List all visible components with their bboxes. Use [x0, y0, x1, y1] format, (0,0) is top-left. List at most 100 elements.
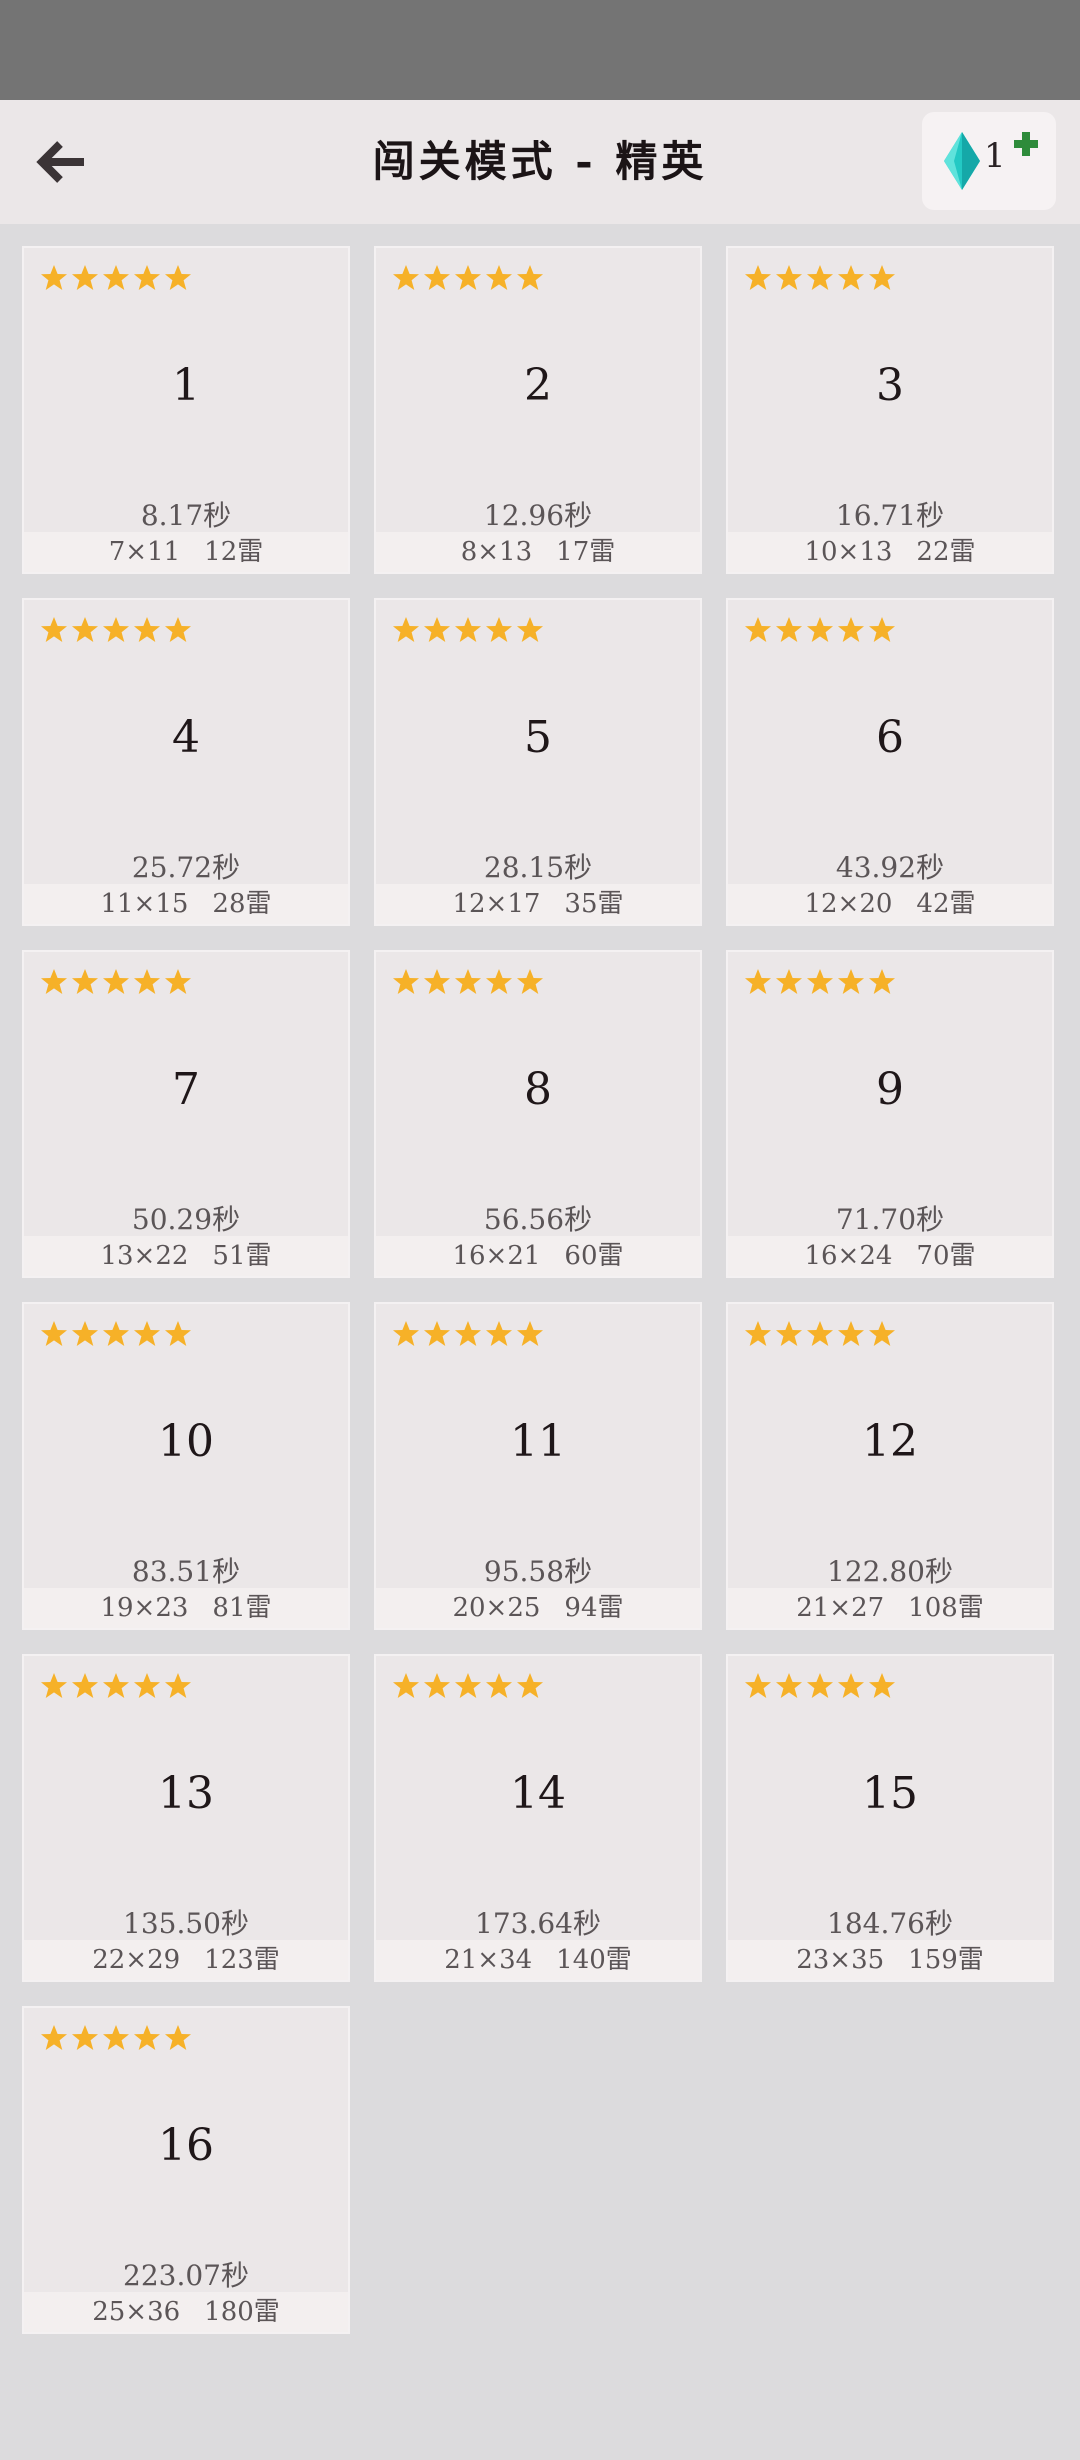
star-icon: [424, 1321, 450, 1346]
best-time: 16.71秒: [835, 499, 945, 532]
board-size: 19×23: [100, 1593, 189, 1623]
page-title: 闯关模式 - 精英: [372, 137, 708, 186]
star-icon: [807, 969, 833, 994]
star-icon: [393, 1321, 419, 1346]
star-icon: [103, 1673, 129, 1698]
star-icon: [455, 265, 481, 290]
header-bar: 闯关模式 - 精英 1: [0, 100, 1080, 224]
level-number: 6: [876, 712, 904, 763]
mine-count: 81雷: [212, 1593, 272, 1623]
best-time: 28.15秒: [483, 851, 593, 884]
star-icon: [486, 969, 512, 994]
star-icon: [838, 969, 864, 994]
star-rating: [40, 1672, 192, 1700]
level-card[interactable]: 15 184.76秒 23×35 159雷: [726, 1654, 1054, 1982]
star-icon: [41, 969, 67, 994]
diamond-gem-icon: [944, 132, 980, 190]
best-time: 223.07秒: [123, 2259, 249, 2292]
level-number: 12: [862, 1416, 918, 1467]
mine-count: 123雷: [204, 1945, 280, 1975]
board-info: 20×25 94雷: [376, 1588, 700, 1628]
star-icon: [869, 265, 895, 290]
mine-count: 60雷: [564, 1241, 624, 1271]
star-icon: [393, 1673, 419, 1698]
star-icon: [807, 265, 833, 290]
best-time: 25.72秒: [131, 851, 241, 884]
best-time: 43.92秒: [835, 851, 945, 884]
level-card[interactable]: 6 43.92秒 12×20 42雷: [726, 598, 1054, 926]
star-rating: [744, 1672, 896, 1700]
level-card[interactable]: 2 12.96秒 8×13 17雷: [374, 246, 702, 574]
status-bar: [0, 0, 1080, 100]
plus-icon[interactable]: [1012, 130, 1040, 158]
star-icon: [165, 1673, 191, 1698]
star-icon: [838, 1321, 864, 1346]
level-number: 3: [876, 360, 904, 411]
star-rating: [40, 264, 192, 292]
star-icon: [103, 265, 129, 290]
star-icon: [103, 617, 129, 642]
gem-count: 1: [984, 136, 1006, 176]
star-icon: [72, 1673, 98, 1698]
board-size: 10×13: [804, 537, 893, 567]
board-size: 7×11: [108, 537, 181, 567]
star-rating: [744, 1320, 896, 1348]
level-number: 7: [172, 1064, 200, 1115]
board-info: 8×13 17雷: [376, 532, 700, 572]
board-size: 8×13: [460, 537, 533, 567]
star-icon: [745, 1673, 771, 1698]
level-card[interactable]: 8 56.56秒 16×21 60雷: [374, 950, 702, 1278]
best-time: 184.76秒: [827, 1907, 953, 1940]
star-icon: [134, 617, 160, 642]
best-time: 50.29秒: [131, 1203, 241, 1236]
star-rating: [744, 968, 896, 996]
star-icon: [41, 2025, 67, 2050]
star-icon: [838, 1673, 864, 1698]
board-info: 10×13 22雷: [728, 532, 1052, 572]
star-icon: [41, 1673, 67, 1698]
star-rating: [40, 2024, 192, 2052]
level-card[interactable]: 10 83.51秒 19×23 81雷: [22, 1302, 350, 1630]
level-card[interactable]: 4 25.72秒 11×15 28雷: [22, 598, 350, 926]
star-icon: [134, 2025, 160, 2050]
mine-count: 28雷: [212, 889, 272, 919]
star-icon: [165, 1321, 191, 1346]
level-card[interactable]: 5 28.15秒 12×17 35雷: [374, 598, 702, 926]
star-rating: [744, 264, 896, 292]
star-icon: [165, 617, 191, 642]
level-card[interactable]: 11 95.58秒 20×25 94雷: [374, 1302, 702, 1630]
level-card[interactable]: 9 71.70秒 16×24 70雷: [726, 950, 1054, 1278]
level-card[interactable]: 14 173.64秒 21×34 140雷: [374, 1654, 702, 1982]
star-icon: [134, 265, 160, 290]
mine-count: 94雷: [564, 1593, 624, 1623]
level-number: 16: [158, 2120, 214, 2171]
level-card[interactable]: 7 50.29秒 13×22 51雷: [22, 950, 350, 1278]
star-rating: [392, 968, 544, 996]
level-number: 2: [524, 360, 552, 411]
level-card[interactable]: 1 8.17秒 7×11 12雷: [22, 246, 350, 574]
star-icon: [103, 2025, 129, 2050]
best-time: 95.58秒: [483, 1555, 593, 1588]
level-number: 13: [158, 1768, 214, 1819]
star-icon: [424, 1673, 450, 1698]
level-card[interactable]: 13 135.50秒 22×29 123雷: [22, 1654, 350, 1982]
star-icon: [745, 265, 771, 290]
star-icon: [776, 1673, 802, 1698]
star-rating: [392, 616, 544, 644]
star-icon: [103, 1321, 129, 1346]
star-icon: [134, 1321, 160, 1346]
level-number: 5: [524, 712, 552, 763]
star-icon: [517, 1321, 543, 1346]
best-time: 12.96秒: [483, 499, 593, 532]
level-card[interactable]: 3 16.71秒 10×13 22雷: [726, 246, 1054, 574]
level-card[interactable]: 12 122.80秒 21×27 108雷: [726, 1302, 1054, 1630]
gem-counter-button[interactable]: 1: [922, 112, 1056, 210]
star-icon: [776, 265, 802, 290]
star-icon: [776, 969, 802, 994]
board-size: 22×29: [92, 1945, 181, 1975]
star-icon: [393, 617, 419, 642]
mine-count: 35雷: [564, 889, 624, 919]
board-info: 21×34 140雷: [376, 1940, 700, 1980]
best-time: 83.51秒: [131, 1555, 241, 1588]
level-card[interactable]: 16 223.07秒 25×36 180雷: [22, 2006, 350, 2334]
